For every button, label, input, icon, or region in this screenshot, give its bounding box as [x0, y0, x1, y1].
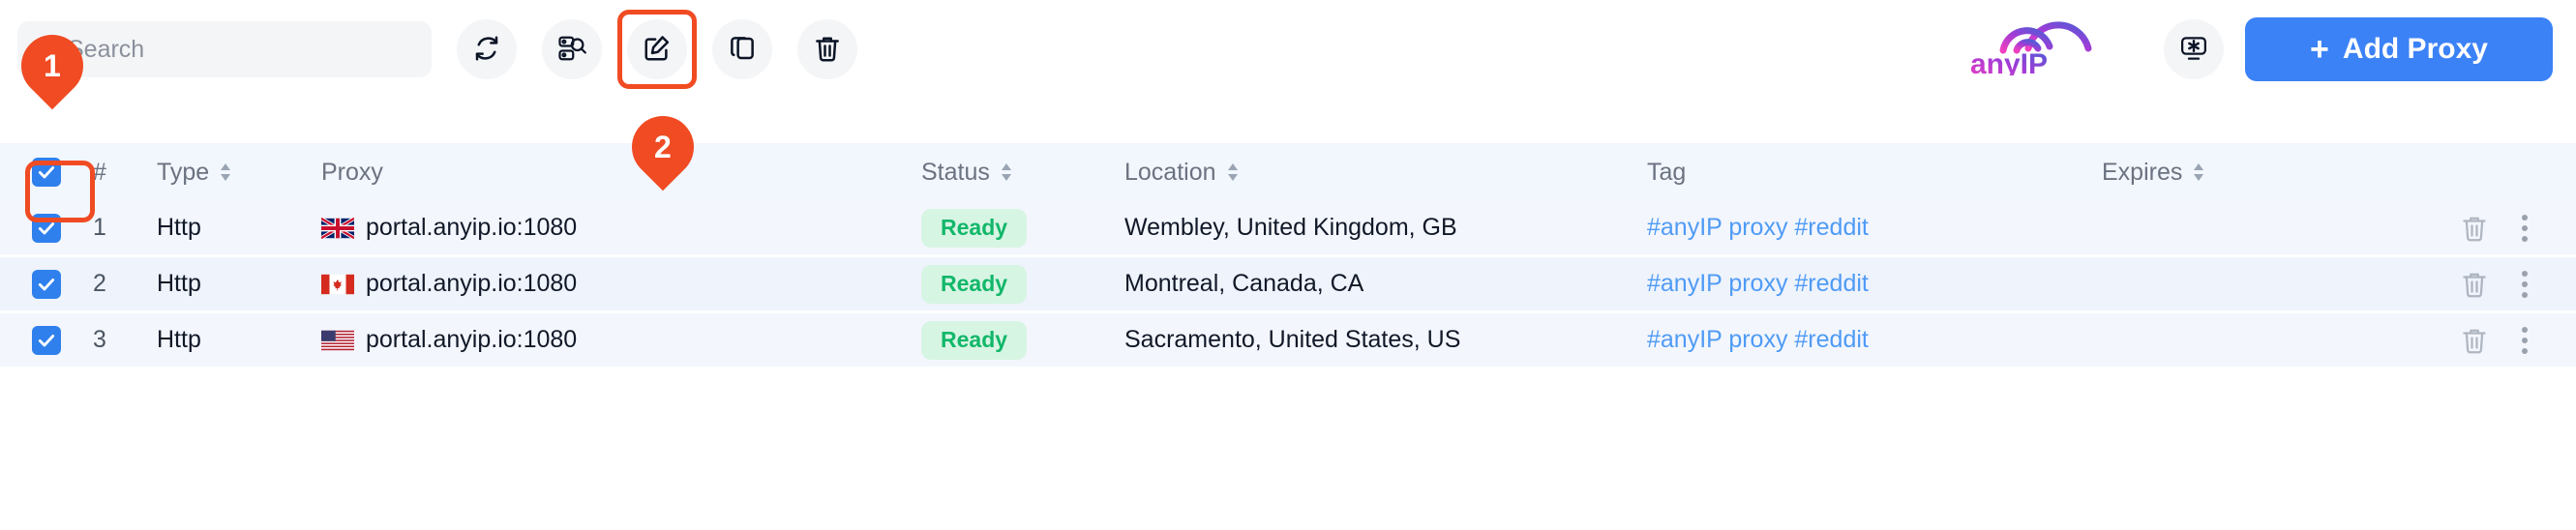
annotation-marker-2-label: 2 — [654, 130, 672, 165]
row-location: Sacramento, United States, US — [1124, 326, 1461, 353]
col-header-location-label: Location — [1124, 158, 1216, 186]
row-actions — [2392, 267, 2576, 302]
plus-icon: + — [2310, 31, 2329, 68]
row-checkbox[interactable] — [32, 269, 61, 299]
row-actions — [2392, 323, 2576, 358]
row-menu-icon[interactable] — [2518, 267, 2531, 302]
col-header-tag[interactable]: Tag — [1647, 159, 2102, 187]
col-header-type[interactable]: Type — [157, 159, 321, 187]
row-type: Http — [157, 214, 201, 241]
table-row[interactable]: 2 Http portal.anyip.io:1080 Ready Montre… — [0, 257, 2576, 313]
col-header-proxy-label: Proxy — [321, 158, 383, 186]
status-badge: Ready — [921, 264, 1028, 304]
row-select-cell — [0, 325, 93, 355]
row-checkbox[interactable] — [32, 325, 61, 355]
col-header-status-label: Status — [921, 158, 990, 186]
monitor-settings-button[interactable] — [2164, 19, 2224, 79]
row-type: Http — [157, 270, 201, 297]
col-header-num[interactable]: # — [93, 159, 157, 187]
sort-icon — [1000, 162, 1013, 183]
table-row[interactable]: 1 Http portal.anyip.io:1080 Ready Wemble… — [0, 201, 2576, 257]
col-header-status[interactable]: Status — [921, 159, 1124, 187]
row-proxy-cell: portal.anyip.io:1080 — [321, 214, 921, 242]
table-row[interactable]: 3 Http portal.anyip.io:1080 Ready Sacram… — [0, 313, 2576, 369]
logo-text: anyIP — [1970, 48, 2048, 75]
trash-icon — [813, 34, 842, 66]
row-index: 2 — [93, 270, 106, 297]
flag-us-icon — [321, 329, 354, 352]
row-tag[interactable]: #anyIP proxy #reddit — [1647, 214, 2102, 242]
delete-button[interactable] — [797, 19, 857, 79]
proxy-manager-screen: anyIP + Add Proxy — [0, 0, 2576, 530]
flag-gb-icon — [321, 216, 354, 240]
status-badge: Ready — [921, 320, 1028, 360]
proxy-table: # Type Proxy Status Location Tag Expires… — [0, 143, 2576, 369]
row-index: 3 — [93, 326, 106, 353]
refresh-button[interactable] — [457, 19, 517, 79]
col-header-tag-label: Tag — [1647, 158, 1687, 186]
row-proxy-address: portal.anyip.io:1080 — [366, 214, 578, 241]
search-input[interactable] — [68, 35, 414, 64]
row-type: Http — [157, 326, 201, 353]
row-proxy-cell: portal.anyip.io:1080 — [321, 270, 921, 298]
status-badge: Ready — [921, 208, 1028, 248]
copy-icon — [728, 34, 757, 66]
row-delete-icon[interactable] — [2460, 326, 2489, 355]
toolbar: anyIP + Add Proxy — [0, 0, 2576, 143]
add-proxy-label: Add Proxy — [2342, 33, 2488, 65]
edit-pencil-icon — [643, 34, 672, 66]
copy-button[interactable] — [712, 19, 772, 79]
row-actions — [2392, 211, 2576, 246]
row-index: 1 — [93, 214, 106, 241]
col-header-proxy[interactable]: Proxy — [321, 159, 921, 187]
table-header-row: # Type Proxy Status Location Tag Expires — [0, 143, 2576, 201]
row-status-cell: Ready — [921, 264, 1124, 304]
sort-icon — [2192, 162, 2205, 183]
row-location: Montreal, Canada, CA — [1124, 270, 1364, 297]
row-tag[interactable]: #anyIP proxy #reddit — [1647, 270, 2102, 298]
sort-icon — [1226, 162, 1240, 183]
row-select-cell — [0, 213, 93, 243]
row-location: Wembley, United Kingdom, GB — [1124, 214, 1457, 241]
row-select-cell — [0, 269, 93, 299]
add-proxy-button[interactable]: + Add Proxy — [2245, 17, 2553, 81]
sort-icon — [219, 162, 232, 183]
row-delete-icon[interactable] — [2460, 270, 2489, 299]
col-header-type-label: Type — [157, 158, 210, 186]
monitor-settings-icon — [2179, 34, 2208, 66]
check-proxies-button[interactable] — [542, 19, 602, 79]
row-delete-icon[interactable] — [2460, 214, 2489, 243]
row-proxy-address: portal.anyip.io:1080 — [366, 270, 578, 297]
annotation-marker-1-label: 1 — [44, 48, 61, 84]
edit-button[interactable] — [627, 19, 687, 79]
row-proxy-cell: portal.anyip.io:1080 — [321, 326, 921, 354]
row-tag[interactable]: #anyIP proxy #reddit — [1647, 326, 2102, 354]
row-menu-icon[interactable] — [2518, 323, 2531, 358]
row-checkbox[interactable] — [32, 213, 61, 243]
anyip-logo: anyIP — [1964, 8, 2119, 75]
row-proxy-address: portal.anyip.io:1080 — [366, 326, 578, 353]
col-header-expires-label: Expires — [2102, 158, 2183, 186]
proxy-check-icon — [557, 34, 586, 66]
row-status-cell: Ready — [921, 320, 1124, 360]
row-status-cell: Ready — [921, 208, 1124, 248]
flag-ca-icon — [321, 273, 354, 296]
refresh-icon — [472, 34, 501, 66]
row-menu-icon[interactable] — [2518, 211, 2531, 246]
select-all-cell — [0, 158, 93, 187]
select-all-checkbox[interactable] — [32, 158, 61, 187]
col-header-location[interactable]: Location — [1124, 159, 1647, 187]
col-header-expires[interactable]: Expires — [2102, 159, 2392, 187]
